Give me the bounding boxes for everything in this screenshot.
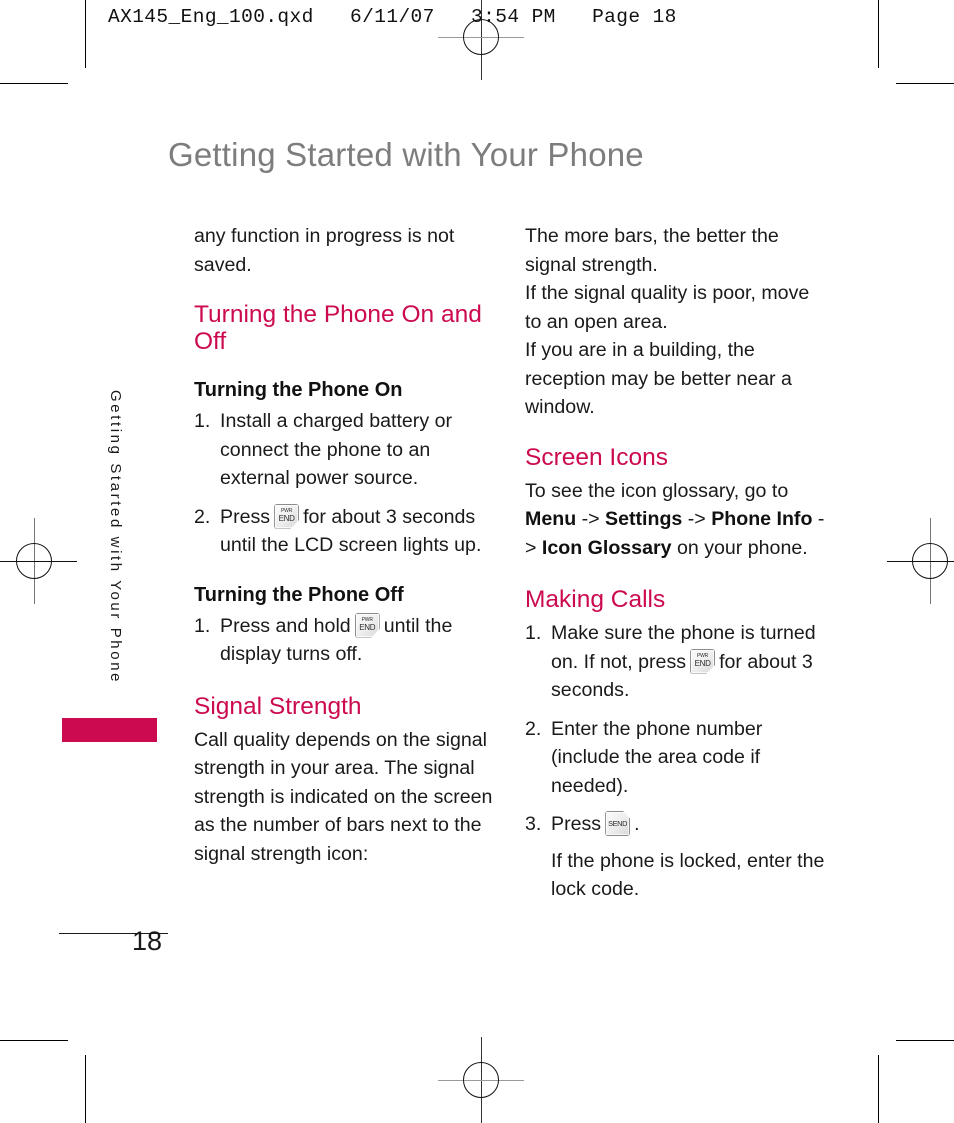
send-key-icon: SEND	[605, 811, 633, 838]
crop-mark-top-left-vertical	[85, 0, 86, 68]
steps-turning-off: 1. Press and hold PWR END until the display …	[194, 612, 494, 669]
signal-note-3: If you are in a building, the reception …	[525, 339, 792, 418]
registration-ring	[16, 543, 52, 579]
section-heading-screen-icons: Screen Icons	[525, 443, 668, 471]
chapter-side-tab-marker	[62, 718, 157, 742]
steps-turning-on: 1. Install a charged battery or connect t…	[194, 407, 494, 560]
nav-item-settings: Settings	[605, 508, 683, 530]
screen-icons-paragraph: To see the icon glossary, go to Menu -> …	[525, 477, 825, 563]
crop-mark-top-left-horizontal	[0, 83, 68, 84]
screen-icons-intro: To see the icon glossary, go to	[525, 479, 789, 502]
step-text: Press and hold	[220, 614, 351, 637]
step-text-continued: .	[634, 813, 640, 835]
subheading-turning-phone-off: Turning the Phone Off	[194, 583, 404, 606]
crop-mark-bottom-right-horizontal	[896, 1040, 954, 1041]
step-text: Install a charged battery or connect the…	[220, 410, 452, 489]
list-item: 2. Enter the phone number (include the ar…	[525, 715, 825, 801]
step-number: 2.	[194, 505, 211, 528]
signal-strength-paragraph: Call quality depends on the signal stren…	[194, 728, 493, 865]
step-number: 3.	[525, 813, 542, 835]
nav-item-icon-glossary: Icon Glossary	[541, 536, 672, 559]
list-item: 2. Press PWR END for about 3 seconds until t…	[194, 503, 494, 560]
signal-note-2: If the signal quality is poor, move to a…	[525, 282, 810, 333]
pwr-end-key-icon: PWR END	[354, 612, 382, 640]
step-number: 2.	[525, 717, 542, 740]
nav-arrow-1: ->	[581, 508, 600, 530]
registration-mark-right	[887, 518, 954, 604]
left-column: any function in progress is not saved. T…	[194, 222, 494, 868]
nav-path-tail: on your phone.	[676, 536, 808, 559]
right-column: The more bars, the better the signal str…	[525, 222, 825, 904]
step-text: Press	[551, 813, 602, 835]
crop-mark-bottom-left-horizontal	[0, 1040, 68, 1041]
pwr-end-key-icon: PWR END	[690, 648, 718, 676]
section-heading-turning-on-off: Turning the Phone On and Off	[194, 301, 482, 355]
crop-mark-bottom-left-vertical	[85, 1055, 86, 1123]
list-item: 1. Press and hold PWR END until the display …	[194, 612, 494, 669]
list-item: 1. Make sure the phone is turned on. If n…	[525, 619, 825, 705]
page-number: 18	[131, 926, 163, 956]
nav-item-phone-info: Phone Info	[711, 508, 813, 530]
subheading-turning-phone-on: Turning the Phone On	[194, 379, 403, 401]
step-text: Press	[220, 505, 271, 528]
crop-mark-top-right-horizontal	[896, 83, 954, 84]
step-text: Enter the phone number (include the area…	[551, 717, 763, 797]
steps-making-calls: 1. Make sure the phone is turned on. If n…	[525, 619, 825, 839]
nav-item-menu: Menu	[525, 508, 577, 530]
section-heading-signal-strength: Signal Strength	[194, 692, 362, 720]
step-number: 1.	[525, 622, 542, 644]
registration-ring	[912, 543, 948, 579]
signal-note-1: The more bars, the better the signal str…	[525, 225, 779, 276]
crop-mark-bottom-right-vertical	[878, 1055, 879, 1123]
list-item: 1. Install a charged battery or connect t…	[194, 407, 494, 493]
registration-ring	[463, 1062, 499, 1098]
list-item: 3. Press SEND.	[525, 810, 825, 839]
nav-arrow-2: ->	[687, 508, 706, 530]
step-number: 1.	[194, 614, 211, 637]
step-number: 1.	[194, 410, 211, 432]
intro-paragraph: any function in progress is not saved.	[194, 225, 455, 276]
registration-mark-left	[0, 518, 77, 604]
registration-mark-bottom	[438, 1037, 524, 1123]
chapter-side-tab-label: Getting Started with Your Phone	[107, 390, 124, 685]
crop-mark-top-right-vertical	[878, 0, 879, 68]
page-title: Getting Started with Your Phone	[168, 136, 644, 173]
section-heading-making-calls: Making Calls	[525, 586, 666, 613]
pwr-end-key-icon: PWR END	[274, 503, 302, 531]
lock-code-note: If the phone is locked, enter the lock c…	[551, 849, 825, 901]
print-file-header: AX145_Eng_100.qxd 6/11/07 3:54 PM Page 1…	[108, 6, 677, 28]
